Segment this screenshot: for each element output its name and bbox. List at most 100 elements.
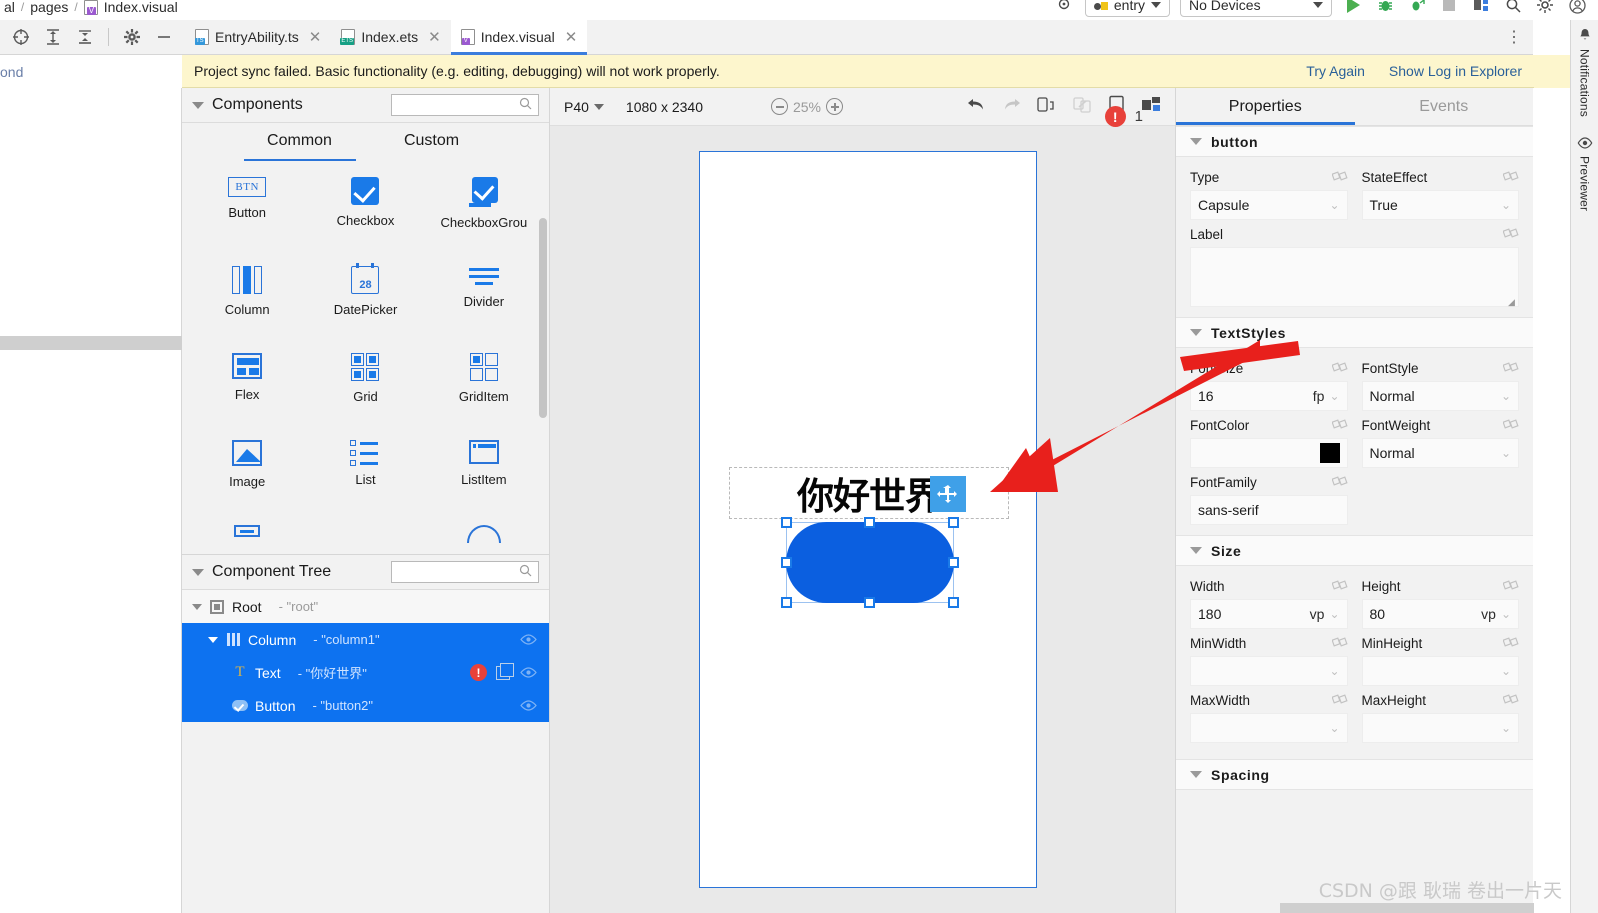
- duplicate-icon[interactable]: [496, 662, 514, 680]
- device-selector[interactable]: No Devices: [1180, 0, 1332, 17]
- resize-handle-top-left[interactable]: [781, 517, 792, 528]
- components-search-input[interactable]: [391, 94, 539, 116]
- components-scrollbar[interactable]: [539, 218, 547, 418]
- undo-icon[interactable]: [967, 96, 986, 117]
- resize-handle-middle-left[interactable]: [781, 557, 792, 568]
- section-header-textstyles[interactable]: TextStyles: [1176, 317, 1533, 348]
- zoom-out-icon[interactable]: [771, 98, 788, 115]
- account-icon[interactable]: [1566, 0, 1588, 16]
- component-item-griditem[interactable]: GridItem: [425, 353, 543, 412]
- link-binding-icon[interactable]: [1502, 579, 1519, 595]
- link-binding-icon[interactable]: [1502, 693, 1519, 709]
- error-icon[interactable]: !: [470, 664, 487, 681]
- visibility-eye-icon[interactable]: [519, 699, 537, 713]
- field-input-maxheight[interactable]: ⌄: [1361, 713, 1519, 743]
- tab-custom[interactable]: Custom: [366, 123, 498, 161]
- tab-index-ets[interactable]: ETS Index.ets ✕: [331, 20, 450, 55]
- link-binding-icon[interactable]: [1330, 693, 1348, 709]
- link-binding-icon[interactable]: [1330, 170, 1348, 186]
- component-item-divider[interactable]: Divider: [425, 266, 543, 325]
- field-input-minwidth[interactable]: ⌄: [1190, 656, 1348, 686]
- rail-item-notifications[interactable]: Notifications: [1578, 28, 1592, 117]
- resize-handle-top-center[interactable]: [864, 517, 875, 528]
- link-binding-icon[interactable]: [1502, 361, 1519, 377]
- tree-row-button[interactable]: Button - "button2": [182, 689, 549, 722]
- close-icon[interactable]: ✕: [565, 28, 578, 46]
- visibility-eye-icon[interactable]: [519, 666, 537, 680]
- field-input-minheight[interactable]: ⌄: [1361, 656, 1519, 686]
- component-item-checkbox[interactable]: Checkbox: [306, 177, 424, 238]
- component-tree-search-input[interactable]: [391, 561, 539, 583]
- color-swatch[interactable]: [1319, 443, 1340, 463]
- profile-icon[interactable]: [1406, 0, 1428, 16]
- field-input-stateeffect[interactable]: True ⌄: [1361, 190, 1519, 220]
- link-binding-icon[interactable]: [1502, 636, 1519, 652]
- breadcrumb-part-0[interactable]: al: [4, 0, 15, 15]
- preview-text-element[interactable]: 你好世界: [729, 467, 1009, 519]
- target-icon[interactable]: [12, 28, 30, 46]
- visibility-eye-icon[interactable]: [519, 633, 537, 647]
- show-log-in-explorer-link[interactable]: Show Log in Explorer: [1389, 63, 1522, 79]
- field-input-fontweight[interactable]: Normal ⌄: [1361, 438, 1519, 468]
- link-binding-icon[interactable]: [1330, 579, 1348, 595]
- link-binding-icon[interactable]: [1502, 170, 1519, 186]
- zoom-in-icon[interactable]: [826, 98, 843, 115]
- component-item-navigation[interactable]: [188, 525, 306, 551]
- link-binding-icon[interactable]: [1330, 475, 1348, 491]
- chevron-down-icon[interactable]: [192, 603, 202, 610]
- field-input-type[interactable]: Capsule ⌄: [1190, 190, 1348, 220]
- resize-grip-icon[interactable]: ◢: [1508, 297, 1516, 307]
- link-binding-icon[interactable]: [1330, 636, 1348, 652]
- chevron-down-icon[interactable]: [208, 636, 218, 643]
- try-again-link[interactable]: Try Again: [1306, 63, 1365, 79]
- component-item-button[interactable]: BTN Button: [188, 177, 306, 238]
- chevron-down-icon[interactable]: [192, 101, 204, 109]
- minimize-icon[interactable]: [155, 28, 173, 46]
- breadcrumb-part-1[interactable]: pages: [30, 0, 68, 15]
- component-item-list[interactable]: List: [306, 440, 424, 497]
- collapse-all-icon[interactable]: [76, 28, 94, 46]
- link-binding-icon[interactable]: [1330, 361, 1348, 377]
- expand-all-icon[interactable]: [44, 28, 62, 46]
- tab-entryability-ts[interactable]: TS EntryAbility.ts ✕: [185, 20, 331, 55]
- resize-handle-middle-right[interactable]: [948, 557, 959, 568]
- run-icon[interactable]: [1342, 0, 1364, 16]
- field-input-maxwidth[interactable]: ⌄: [1190, 713, 1348, 743]
- component-item-column[interactable]: Column: [188, 266, 306, 325]
- component-item-datepicker[interactable]: 28 DatePicker: [306, 263, 424, 325]
- preview-button-element[interactable]: [786, 522, 954, 603]
- field-input-fontcolor[interactable]: [1190, 438, 1348, 468]
- multi-device-icon[interactable]: [1141, 95, 1161, 118]
- rail-item-previewer[interactable]: Previewer: [1577, 137, 1593, 211]
- link-binding-icon[interactable]: [1330, 418, 1348, 434]
- tree-row-text[interactable]: T Text - "你好世界" !: [182, 656, 549, 689]
- field-input-width[interactable]: 180 vp ⌄: [1190, 599, 1348, 629]
- preview-button-selection[interactable]: [781, 476, 966, 608]
- breadcrumb-part-2[interactable]: Index.visual: [104, 0, 178, 15]
- link-binding-icon[interactable]: [1502, 227, 1519, 243]
- device-preset-selector[interactable]: P40: [564, 99, 604, 115]
- close-icon[interactable]: ✕: [309, 28, 322, 46]
- field-input-height[interactable]: 80 vp ⌄: [1361, 599, 1519, 629]
- canvas-error-badge[interactable]: ! 1: [1104, 106, 1143, 127]
- component-item-listitem[interactable]: ListItem: [425, 440, 543, 497]
- tab-events[interactable]: Events: [1355, 88, 1534, 125]
- tree-row-column[interactable]: Column - "column1": [182, 623, 549, 656]
- tab-properties[interactable]: Properties: [1176, 88, 1355, 125]
- component-item-progress[interactable]: [425, 525, 543, 551]
- tabbar-overflow[interactable]: ⋮: [1506, 27, 1533, 47]
- link-binding-icon[interactable]: [1502, 418, 1519, 434]
- close-icon[interactable]: ✕: [428, 28, 441, 46]
- device-preview-frame[interactable]: 你好世界: [699, 151, 1037, 888]
- field-input-fontsize[interactable]: 16 fp ⌄: [1190, 381, 1348, 411]
- rotate-device-icon[interactable]: [1037, 96, 1057, 118]
- field-input-fontstyle[interactable]: Normal ⌄: [1361, 381, 1519, 411]
- resize-handle-top-right[interactable]: [948, 517, 959, 528]
- tab-common[interactable]: Common: [234, 123, 366, 161]
- move-icon[interactable]: [930, 476, 966, 512]
- component-item-image[interactable]: Image: [188, 440, 306, 497]
- component-item-flex[interactable]: Flex: [188, 353, 306, 412]
- field-input-fontfamily[interactable]: sans-serif: [1190, 495, 1348, 525]
- resize-handle-bottom-center[interactable]: [864, 597, 875, 608]
- section-header-button[interactable]: button: [1176, 126, 1533, 157]
